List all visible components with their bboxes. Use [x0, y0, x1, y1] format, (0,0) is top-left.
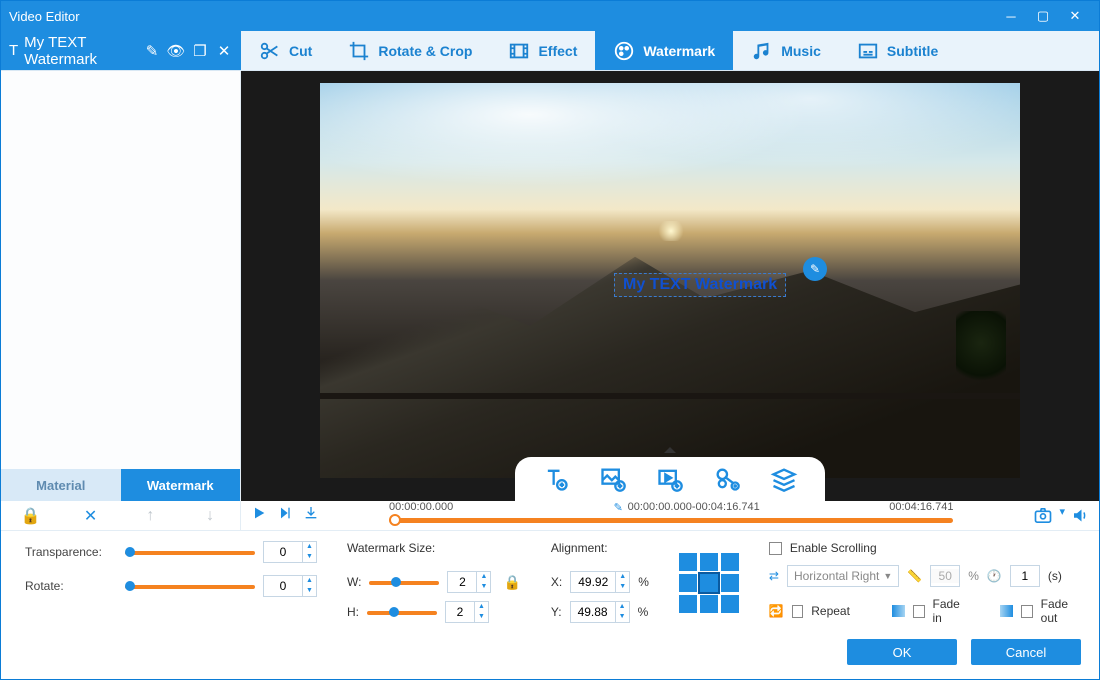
close-button[interactable]: ✕: [1059, 5, 1091, 27]
fadeout-icon: [1000, 605, 1014, 617]
y-input[interactable]: ▲▼: [570, 601, 630, 623]
height-slider[interactable]: [367, 605, 437, 619]
watermark-overlay[interactable]: My TEXT Watermark: [614, 273, 786, 297]
overlay-edit-button[interactable]: ✎: [803, 257, 827, 281]
track-line[interactable]: [389, 518, 953, 523]
width-slider[interactable]: [369, 575, 439, 589]
fadein-checkbox[interactable]: [913, 605, 924, 618]
title-bar: Video Editor ─ ▢ ✕: [1, 1, 1099, 31]
effect-button[interactable]: Effect: [490, 31, 595, 70]
lock-icon[interactable]: 🔒: [19, 504, 43, 528]
layer-item[interactable]: T My TEXT Watermark ✎ 👁 ❐ ✕: [1, 31, 241, 70]
x-input[interactable]: ▲▼: [570, 571, 630, 593]
h-label: H:: [347, 605, 359, 619]
direction-icon: ⇄: [769, 569, 779, 583]
tab-watermark[interactable]: Watermark: [121, 469, 241, 501]
playhead[interactable]: [389, 514, 401, 526]
edit-icon[interactable]: ✎: [143, 42, 161, 60]
add-video-icon[interactable]: [656, 465, 684, 493]
action-timeline-strip: 🔒 ✕ ↑ ↓ 00:00:00.000 ✎ 00:00:00.000-00:0…: [1, 501, 1099, 531]
width-input[interactable]: ▲▼: [447, 571, 491, 593]
ok-button[interactable]: OK: [847, 639, 957, 665]
transparence-input[interactable]: ▲▼: [263, 541, 317, 563]
top-strip: T My TEXT Watermark ✎ 👁 ❐ ✕ Cut Rotate &…: [1, 31, 1099, 71]
rotate-slider[interactable]: [125, 579, 255, 593]
clock-icon: 🕐: [987, 569, 1002, 583]
rotate-crop-button[interactable]: Rotate & Crop: [330, 31, 490, 70]
size-label: Watermark Size:: [347, 541, 521, 555]
rotate-input[interactable]: ▲▼: [263, 575, 317, 597]
controls-panel: Transparence: ▲▼ Rotate: ▲▼ Watermark Si…: [1, 531, 1099, 631]
lock-aspect-icon[interactable]: 🔒: [503, 574, 520, 591]
alignment-grid[interactable]: [679, 553, 739, 613]
add-layer-icon[interactable]: [770, 465, 798, 493]
y-label: Y:: [551, 605, 562, 619]
window-title: Video Editor: [9, 9, 80, 24]
timeline-track[interactable]: 00:00:00.000 ✎ 00:00:00.000-00:04:16.741…: [329, 501, 1023, 530]
w-label: W:: [347, 575, 361, 589]
fadein-icon: [892, 605, 906, 617]
cut-button[interactable]: Cut: [241, 31, 330, 70]
rotate-label: Rotate:: [25, 579, 117, 593]
export-icon[interactable]: [303, 505, 319, 526]
maximize-button[interactable]: ▢: [1027, 5, 1059, 27]
fadeout-checkbox[interactable]: [1021, 605, 1032, 618]
preview-panel: My TEXT Watermark ✎: [241, 71, 1099, 501]
duplicate-icon[interactable]: ❐: [191, 42, 209, 60]
delete-icon[interactable]: ✕: [79, 504, 103, 528]
ruler-icon: 📏: [907, 569, 922, 583]
timeline: 00:00:00.000 ✎ 00:00:00.000-00:04:16.741…: [241, 501, 1099, 530]
add-text-icon[interactable]: [542, 465, 570, 493]
remove-icon[interactable]: ✕: [215, 42, 233, 60]
footer: OK Cancel: [1, 631, 1099, 677]
time-start: 00:00:00.000: [389, 501, 453, 513]
transparence-label: Transparence:: [25, 545, 117, 559]
cancel-button[interactable]: Cancel: [971, 639, 1081, 665]
move-up-icon[interactable]: ↑: [138, 504, 162, 528]
subtitle-button[interactable]: Subtitle: [839, 31, 956, 70]
transparence-slider[interactable]: [125, 545, 255, 559]
main-row: Material Watermark My TEXT Watermark ✎: [1, 71, 1099, 501]
time-input[interactable]: [1010, 565, 1040, 587]
layer-actions: 🔒 ✕ ↑ ↓: [1, 501, 241, 530]
toolbar: Cut Rotate & Crop Effect Watermark Music…: [241, 31, 1099, 70]
scissors-icon: [259, 40, 281, 62]
sidebar: Material Watermark: [1, 71, 241, 501]
repeat-icon: 🔁: [769, 604, 784, 618]
subtitle-icon: [857, 40, 879, 62]
tab-material[interactable]: Material: [1, 469, 121, 501]
music-button[interactable]: Music: [733, 31, 839, 70]
align-label: Alignment:: [551, 541, 649, 555]
music-icon: [751, 40, 773, 62]
direction-select[interactable]: Horizontal Right▼: [787, 565, 899, 587]
x-label: X:: [551, 575, 562, 589]
repeat-checkbox[interactable]: [792, 605, 803, 618]
enable-scrolling-checkbox[interactable]: [769, 542, 782, 555]
sidebar-tabs: Material Watermark: [1, 469, 240, 501]
text-icon: T: [9, 42, 18, 59]
pencil-icon: ✎: [614, 501, 623, 514]
minimize-button[interactable]: ─: [995, 5, 1027, 27]
crop-icon: [348, 40, 370, 62]
enable-scrolling-label: Enable Scrolling: [790, 541, 877, 555]
visibility-icon[interactable]: 👁: [167, 42, 185, 60]
add-image-icon[interactable]: [599, 465, 627, 493]
time-end: 00:04:16.741: [889, 501, 953, 513]
add-shape-icon[interactable]: [713, 465, 741, 493]
time-range: 00:00:00.000-00:04:16.741: [628, 501, 760, 513]
distance-input[interactable]: [930, 565, 960, 587]
volume-icon[interactable]: [1071, 505, 1089, 526]
snapshot-icon[interactable]: [1033, 505, 1053, 526]
watermark-button[interactable]: Watermark: [595, 31, 733, 70]
step-button[interactable]: [277, 505, 293, 526]
play-button[interactable]: [251, 505, 267, 526]
palette-icon: [613, 40, 635, 62]
overlay-toolbar: [515, 457, 825, 501]
height-input[interactable]: ▲▼: [445, 601, 489, 623]
video-frame[interactable]: My TEXT Watermark ✎: [320, 83, 1020, 478]
move-down-icon[interactable]: ↓: [198, 504, 222, 528]
layer-label: My TEXT Watermark: [24, 34, 137, 68]
film-icon: [508, 40, 530, 62]
